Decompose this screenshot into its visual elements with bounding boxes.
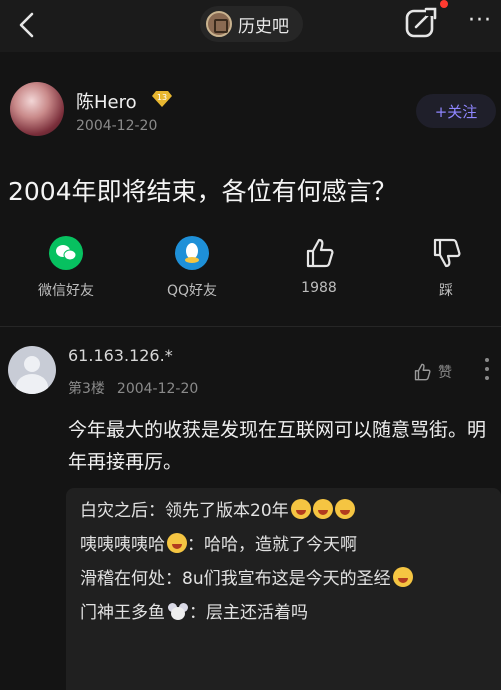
forum-logo-icon (206, 11, 232, 37)
reply-user[interactable]: 滑稽在何处 (80, 569, 165, 589)
level-badge-icon: 13 (152, 91, 172, 107)
author-avatar[interactable] (10, 82, 64, 136)
comment-like-button[interactable]: 赞 (412, 362, 452, 382)
reply-user[interactable]: 咦咦咦咦哈 (80, 535, 165, 555)
laughing-emoji-icon (312, 499, 333, 519)
reply-text: 哈哈，造就了今天啊 (204, 535, 357, 555)
notification-dot (440, 0, 448, 8)
grinning-emoji-icon (392, 567, 413, 587)
share-icon[interactable] (404, 6, 438, 40)
comment-text: 今年最大的收获是发现在互联网可以随意骂街。明年再接再厉。 (68, 419, 487, 473)
follow-button[interactable]: +关注 (416, 94, 496, 128)
reply-item[interactable]: 门神王多鱼 ：层主还活着吗 (80, 600, 487, 626)
reply-user[interactable]: 门神王多鱼 (80, 603, 165, 623)
dislike-button[interactable]: 踩 (401, 236, 491, 300)
laughing-emoji-icon (334, 499, 355, 519)
level-number: 13 (157, 93, 167, 102)
reply-separator: ： (148, 501, 165, 521)
reply-separator: ： (189, 603, 206, 623)
action-label: QQ好友 (166, 283, 218, 299)
tears-of-joy-emoji-icon (167, 533, 187, 553)
divider (0, 326, 501, 327)
post-title: 2004年即将结束，各位有何感言？ (8, 177, 397, 206)
more-horizontal-icon[interactable]: ··· (468, 8, 492, 33)
comment-meta: 第3楼 2004-12-20 (68, 378, 198, 398)
reply-text: 8u们我宣布这是今天的圣经 (182, 569, 391, 589)
forum-name: 历史吧 (238, 16, 289, 37)
reply-item[interactable]: 滑稽在何处：8u们我宣布这是今天的圣经 (80, 566, 487, 592)
qq-icon (175, 236, 209, 270)
thumbs-up-icon (306, 238, 334, 268)
author-name[interactable]: 陈Hero (76, 88, 137, 114)
thumbs-down-icon (433, 238, 461, 268)
wechat-icon (49, 236, 83, 270)
post-date: 2004-12-20 (76, 118, 158, 134)
forum-pill[interactable]: 历史吧 (200, 6, 303, 42)
reply-separator: ： (165, 569, 182, 589)
thumbs-up-icon (414, 363, 431, 381)
reply-separator: ： (187, 535, 204, 555)
comment-date: 2004-12-20 (116, 381, 199, 397)
comment-like-label: 赞 (438, 365, 452, 381)
reply-list: 白灾之后：领先了版本20年 咦咦咦咦哈 ：哈哈，造就了今天啊 滑稽在何处：8u们我… (66, 488, 501, 690)
reply-text: 层主还活着吗 (206, 603, 308, 623)
action-label: 踩 (439, 283, 453, 299)
comment-floor: 第3楼 (68, 381, 105, 397)
like-count: 1988 (301, 280, 337, 296)
more-vertical-icon[interactable] (484, 356, 490, 382)
reply-item[interactable]: 咦咦咦咦哈 ：哈哈，造就了今天啊 (80, 532, 487, 558)
share-wechat-button[interactable]: 微信好友 (21, 236, 111, 300)
action-label: 微信好友 (38, 283, 94, 299)
laughing-emoji-icon (290, 499, 311, 519)
reply-text: 领先了版本20年 (165, 501, 289, 521)
chevron-left-icon[interactable] (16, 10, 38, 40)
mouse-emoji-icon (167, 603, 189, 621)
comment-user[interactable]: 61.163.126.* (68, 346, 173, 365)
reply-item[interactable]: 白灾之后：领先了版本20年 (80, 498, 487, 524)
top-bar: 历史吧 ··· (0, 0, 501, 52)
like-button[interactable]: 1988 (274, 236, 364, 296)
comment-avatar[interactable] (8, 346, 56, 394)
reply-user[interactable]: 白灾之后 (80, 501, 148, 521)
share-qq-button[interactable]: QQ好友 (147, 236, 237, 300)
